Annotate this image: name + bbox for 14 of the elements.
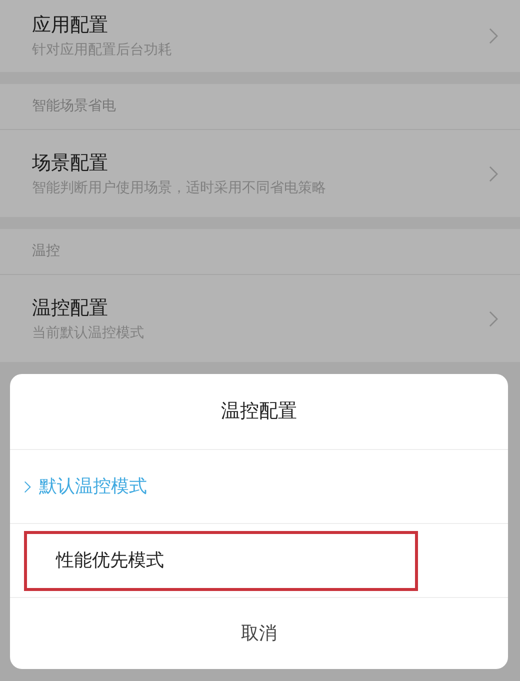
chevron-right-icon — [24, 480, 31, 492]
item-title: 应用配置 — [32, 13, 109, 37]
chevron-right-icon — [489, 28, 498, 44]
chevron-right-icon — [489, 310, 498, 326]
dialog-title: 温控配置 — [221, 399, 297, 424]
item-title: 场景配置 — [32, 150, 109, 174]
option-item[interactable]: 性能优先模式 — [24, 530, 418, 590]
chevron-right-icon — [489, 166, 498, 182]
section-header: 温控 — [32, 242, 60, 261]
option-label: 性能优先模式 — [56, 549, 164, 573]
section-header: 智能场景省电 — [32, 97, 116, 116]
cancel-button[interactable]: 取消 — [221, 614, 297, 653]
item-title: 温控配置 — [32, 296, 109, 320]
option-label: 默认温控模式 — [39, 475, 147, 499]
